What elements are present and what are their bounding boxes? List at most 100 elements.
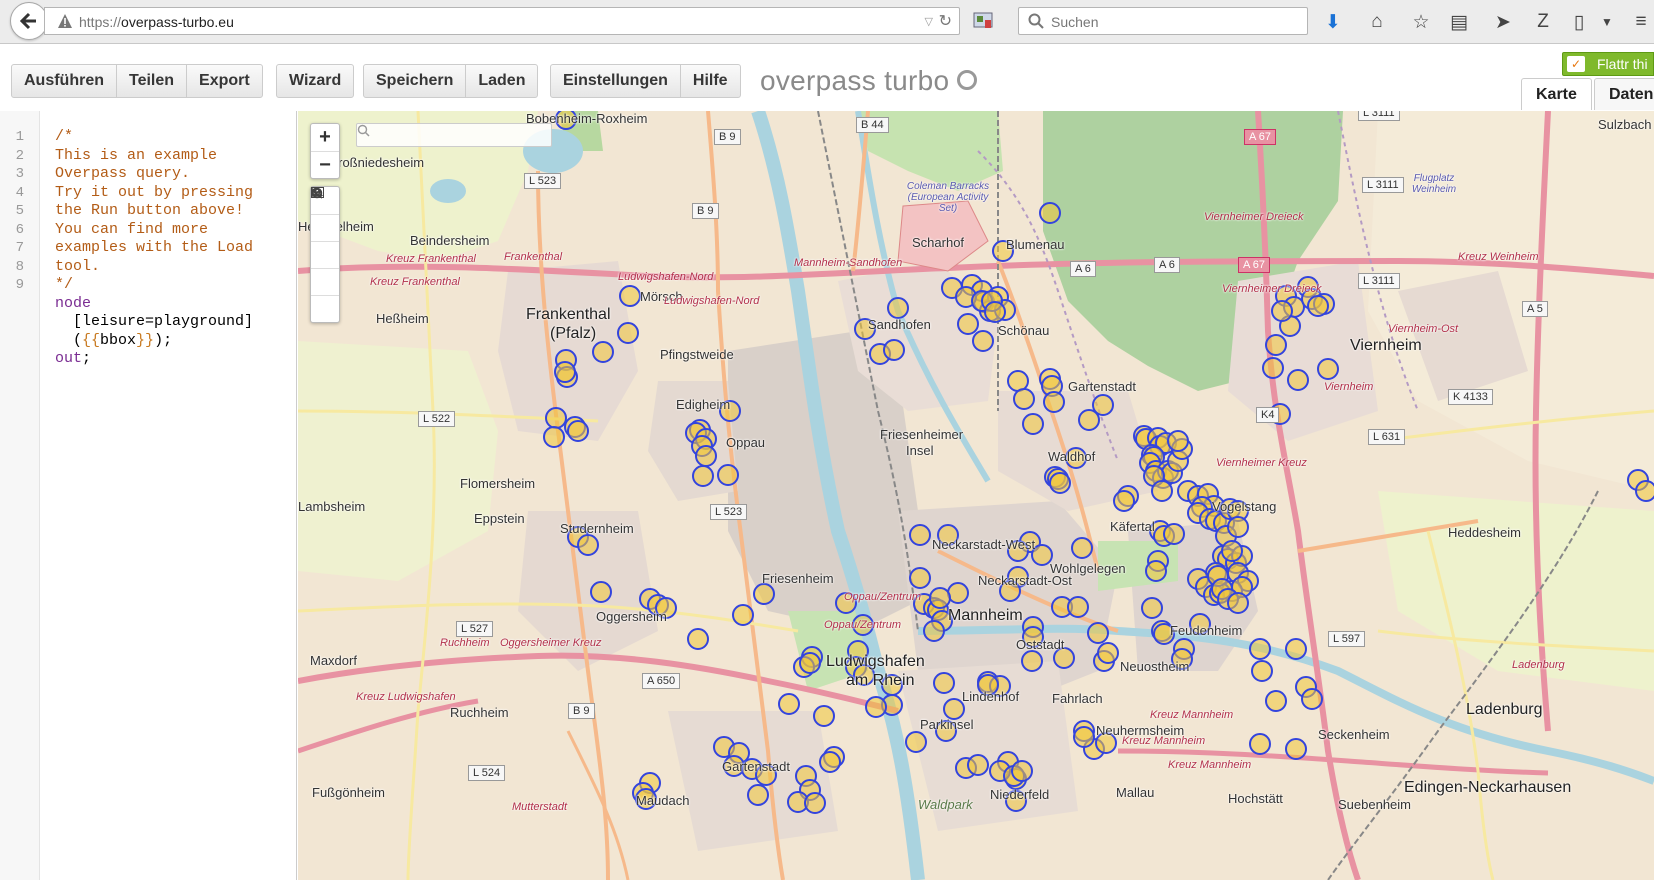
playground-marker[interactable] bbox=[909, 567, 931, 589]
playground-marker[interactable] bbox=[799, 652, 821, 674]
playground-marker[interactable] bbox=[1227, 516, 1249, 538]
playground-marker[interactable] bbox=[1285, 638, 1307, 660]
playground-marker[interactable] bbox=[1021, 650, 1043, 672]
playground-marker[interactable] bbox=[1301, 688, 1323, 710]
playground-marker[interactable] bbox=[1251, 660, 1273, 682]
playground-marker[interactable] bbox=[923, 620, 945, 642]
playground-marker[interactable] bbox=[695, 445, 717, 467]
playground-marker[interactable] bbox=[804, 792, 826, 814]
load-button[interactable]: Laden bbox=[466, 65, 537, 97]
export-button[interactable]: Export bbox=[187, 65, 262, 97]
clear-data-icon[interactable] bbox=[311, 187, 339, 322]
menu-icon[interactable]: ≡ bbox=[1628, 9, 1654, 35]
playground-marker[interactable] bbox=[929, 587, 951, 609]
playground-marker[interactable] bbox=[933, 672, 955, 694]
download-icon[interactable]: ⬇ bbox=[1320, 9, 1346, 35]
playground-marker[interactable] bbox=[1163, 523, 1185, 545]
playground-marker[interactable] bbox=[778, 693, 800, 715]
zoom-in-button[interactable]: + bbox=[311, 124, 339, 151]
query-editor[interactable]: 1 2 3 4 5 6 7 8 9 /* This is an example Overpass q… bbox=[0, 111, 297, 880]
playground-marker[interactable] bbox=[1317, 358, 1339, 380]
playground-marker[interactable] bbox=[1011, 760, 1033, 782]
playground-marker[interactable] bbox=[545, 407, 567, 429]
playground-marker[interactable] bbox=[909, 524, 931, 546]
playground-marker[interactable] bbox=[692, 465, 714, 487]
playground-marker[interactable] bbox=[819, 751, 841, 773]
playground-marker[interactable] bbox=[1265, 334, 1287, 356]
playground-marker[interactable] bbox=[732, 604, 754, 626]
playground-marker[interactable] bbox=[1141, 597, 1163, 619]
bookmarks-list-icon[interactable]: ▤ bbox=[1446, 9, 1472, 35]
map-view[interactable]: Bobenheim-Roxheim Großniedesheim Heuchel… bbox=[298, 111, 1654, 880]
reader-view-icon[interactable] bbox=[972, 10, 996, 32]
reload-icon[interactable]: ↻ bbox=[939, 11, 952, 31]
playground-marker[interactable] bbox=[947, 582, 969, 604]
playground-marker[interactable] bbox=[1287, 369, 1309, 391]
playground-marker[interactable] bbox=[1087, 622, 1109, 644]
playground-marker[interactable] bbox=[1039, 202, 1061, 224]
playground-marker[interactable] bbox=[1271, 300, 1293, 322]
playground-marker[interactable] bbox=[747, 784, 769, 806]
back-button[interactable] bbox=[10, 2, 48, 40]
playground-marker[interactable] bbox=[1097, 642, 1119, 664]
playground-marker[interactable] bbox=[554, 361, 576, 383]
playground-marker[interactable] bbox=[717, 464, 739, 486]
fullscreen-toggle-icon[interactable] bbox=[311, 187, 339, 295]
run-button[interactable]: Ausführen bbox=[12, 65, 117, 97]
dropdown-icon[interactable]: ▼ bbox=[1594, 9, 1620, 35]
home-icon[interactable]: ⌂ bbox=[1364, 9, 1390, 35]
playground-marker[interactable] bbox=[1227, 592, 1249, 614]
playground-marker[interactable] bbox=[1249, 638, 1271, 660]
playground-marker[interactable] bbox=[617, 322, 639, 344]
playground-marker[interactable] bbox=[592, 341, 614, 363]
playground-marker[interactable] bbox=[813, 705, 835, 727]
playground-marker[interactable] bbox=[1071, 537, 1093, 559]
playground-marker[interactable] bbox=[1067, 596, 1089, 618]
playground-marker[interactable] bbox=[1221, 540, 1243, 562]
help-button[interactable]: Hilfe bbox=[681, 65, 740, 97]
flattr-button[interactable]: ✓ Flattr thi bbox=[1562, 52, 1654, 76]
send-icon[interactable]: ➤ bbox=[1490, 9, 1516, 35]
page-icon[interactable]: ▯ bbox=[1566, 9, 1592, 35]
playground-marker[interactable] bbox=[984, 301, 1006, 323]
playground-marker[interactable] bbox=[943, 698, 965, 720]
playground-marker[interactable] bbox=[972, 330, 994, 352]
playground-marker[interactable] bbox=[1007, 370, 1029, 392]
wizard-button[interactable]: Wizard bbox=[277, 65, 353, 97]
playground-marker[interactable] bbox=[1167, 430, 1189, 452]
playground-marker[interactable] bbox=[1022, 413, 1044, 435]
playground-marker[interactable] bbox=[1049, 472, 1071, 494]
playground-marker[interactable] bbox=[865, 696, 887, 718]
playground-marker[interactable] bbox=[1307, 295, 1329, 317]
playground-marker[interactable] bbox=[1262, 357, 1284, 379]
playground-marker[interactable] bbox=[577, 534, 599, 556]
zoom-out-button[interactable]: − bbox=[311, 151, 339, 178]
playground-marker[interactable] bbox=[1113, 490, 1135, 512]
bookmark-star-icon[interactable]: ☆ bbox=[1408, 9, 1434, 35]
playground-marker[interactable] bbox=[957, 313, 979, 335]
settings-button[interactable]: Einstellungen bbox=[551, 65, 681, 97]
playground-marker[interactable] bbox=[1013, 388, 1035, 410]
playground-marker[interactable] bbox=[967, 754, 989, 776]
map-search-input[interactable] bbox=[356, 123, 552, 147]
playground-marker[interactable] bbox=[1078, 409, 1100, 431]
dropdown-arrow-icon[interactable]: ▽ bbox=[925, 15, 933, 28]
playground-marker[interactable] bbox=[1635, 480, 1654, 502]
playground-marker[interactable] bbox=[567, 420, 589, 442]
save-button[interactable]: Speichern bbox=[364, 65, 467, 97]
playground-marker[interactable] bbox=[1073, 726, 1095, 748]
playground-marker[interactable] bbox=[590, 581, 612, 603]
zotero-icon[interactable]: Z bbox=[1530, 9, 1556, 35]
playground-marker[interactable] bbox=[619, 285, 641, 307]
playground-marker[interactable] bbox=[1249, 733, 1271, 755]
tab-map[interactable]: Karte bbox=[1521, 78, 1592, 110]
playground-marker[interactable] bbox=[687, 628, 709, 650]
share-button[interactable]: Teilen bbox=[117, 65, 188, 97]
url-bar[interactable]: https://overpass-turbo.eu ▽ ↻ bbox=[44, 7, 960, 35]
playground-marker[interactable] bbox=[905, 731, 927, 753]
locate-icon[interactable] bbox=[311, 188, 339, 241]
playground-marker[interactable] bbox=[1285, 738, 1307, 760]
playground-marker[interactable] bbox=[887, 297, 909, 319]
playground-marker[interactable] bbox=[1145, 560, 1167, 582]
playground-marker[interactable] bbox=[1265, 690, 1287, 712]
